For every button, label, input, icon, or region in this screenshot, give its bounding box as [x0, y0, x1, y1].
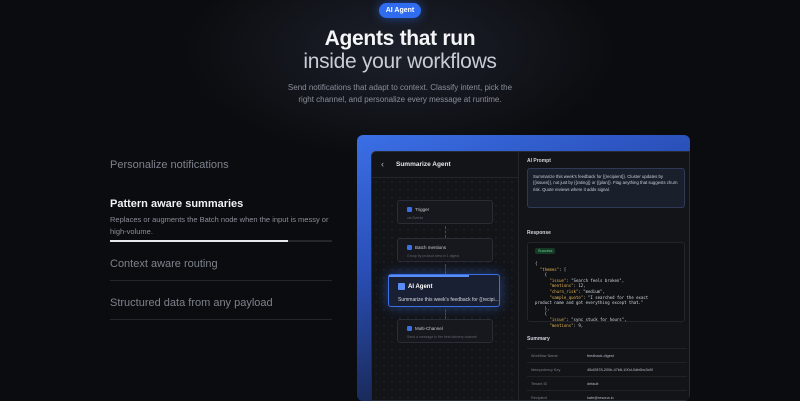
table-row: Idempotency Key 45cf2878-200b-47b8-100d-0… — [527, 362, 687, 376]
window-title: Summarize Agent — [396, 161, 451, 168]
workflow-node-ai-agent[interactable]: AI Agent Summarize this week's feedback … — [388, 274, 500, 307]
feature-description: Replaces or augments the Batch node when… — [110, 215, 329, 236]
workflow-node-multi-channel[interactable]: Multi-Channel Send a message to the best… — [397, 319, 493, 343]
ai-agent-badge: AI Agent — [379, 3, 421, 18]
status-badge: Success — [535, 248, 556, 254]
node-description: Summarize this week's feedback for {{rec… — [398, 297, 499, 303]
chevron-left-icon[interactable]: ‹ — [381, 159, 384, 169]
headline-line-1: Agents that run — [324, 27, 476, 50]
feature-progress-fill — [110, 240, 288, 242]
node-connector — [445, 226, 446, 238]
product-preview: ‹ Summarize Agent Trigger via Events Bat… — [357, 135, 690, 401]
ai-prompt-text[interactable]: Summarize this week's feedback for {{rec… — [527, 168, 685, 208]
feature-progress-track — [110, 240, 332, 242]
node-title: Batch mentions — [415, 245, 447, 250]
ai-agent-icon — [398, 283, 405, 290]
feature-pattern-aware-summaries[interactable]: Pattern aware summaries Replaces or augm… — [110, 198, 332, 238]
feature-personalize-notifications[interactable]: Personalize notifications — [110, 159, 332, 171]
feature-divider — [110, 280, 332, 281]
summary-table: Workflow Name feedback-digest Idempotency… — [527, 348, 687, 400]
table-row: Workflow Name feedback-digest — [527, 348, 687, 362]
node-title: Trigger — [415, 207, 430, 212]
ai-prompt-heading: AI Prompt — [527, 158, 551, 164]
node-progress-bar — [389, 275, 469, 277]
subtitle: Send notifications that adapt to context… — [0, 82, 800, 106]
feature-structured-data[interactable]: Structured data from any payload — [110, 297, 332, 309]
node-connector — [445, 309, 446, 319]
table-row: Tenant ID default — [527, 376, 687, 390]
workflow-node-trigger[interactable]: Trigger via Events — [397, 200, 493, 224]
node-description: Send a message to the best delivery chan… — [407, 335, 477, 339]
agent-details-panel: AI Prompt Summarize this week's feedback… — [518, 152, 689, 400]
json-line: product name and got everything except t… — [535, 300, 644, 306]
feature-context-aware-routing[interactable]: Context aware routing — [110, 258, 332, 270]
workflow-node-batch[interactable]: Batch mentions Group by product area in … — [397, 238, 493, 262]
multi-channel-icon — [407, 326, 412, 331]
feature-divider — [110, 319, 332, 320]
feature-title: Pattern aware summaries — [110, 198, 244, 210]
table-row: Recipient kate@resona.io — [527, 390, 687, 400]
response-heading: Response — [527, 230, 551, 236]
node-description: via Events — [407, 216, 424, 220]
node-connector — [445, 264, 446, 274]
feature-title: Personalize notifications — [110, 159, 229, 171]
trigger-icon — [407, 207, 412, 212]
window-header: ‹ Summarize Agent — [372, 152, 518, 178]
response-json: { "themes": [ { "issue": "Search feels b… — [535, 261, 648, 328]
feature-title: Context aware routing — [110, 258, 218, 270]
json-line: "mentions": 9, — [549, 322, 584, 328]
node-title: Multi-Channel — [415, 326, 443, 331]
feature-title: Structured data from any payload — [110, 297, 273, 309]
agent-window: ‹ Summarize Agent Trigger via Events Bat… — [371, 151, 690, 401]
subtitle-line-1: Send notifications that adapt to context… — [287, 83, 513, 92]
node-title: AI Agent — [408, 283, 433, 290]
response-box: Success { "themes": [ { "issue": "Search… — [527, 242, 685, 328]
subtitle-line-2: right channel, and personalize every mes… — [298, 95, 502, 104]
batch-icon — [407, 245, 412, 250]
workflow-canvas: Trigger via Events Batch mentions Group … — [372, 178, 518, 400]
headline-line-2: inside your workflows — [303, 50, 497, 73]
summary-heading: Summary — [527, 336, 550, 342]
node-description: Group by product area in 1 digest — [407, 254, 459, 258]
